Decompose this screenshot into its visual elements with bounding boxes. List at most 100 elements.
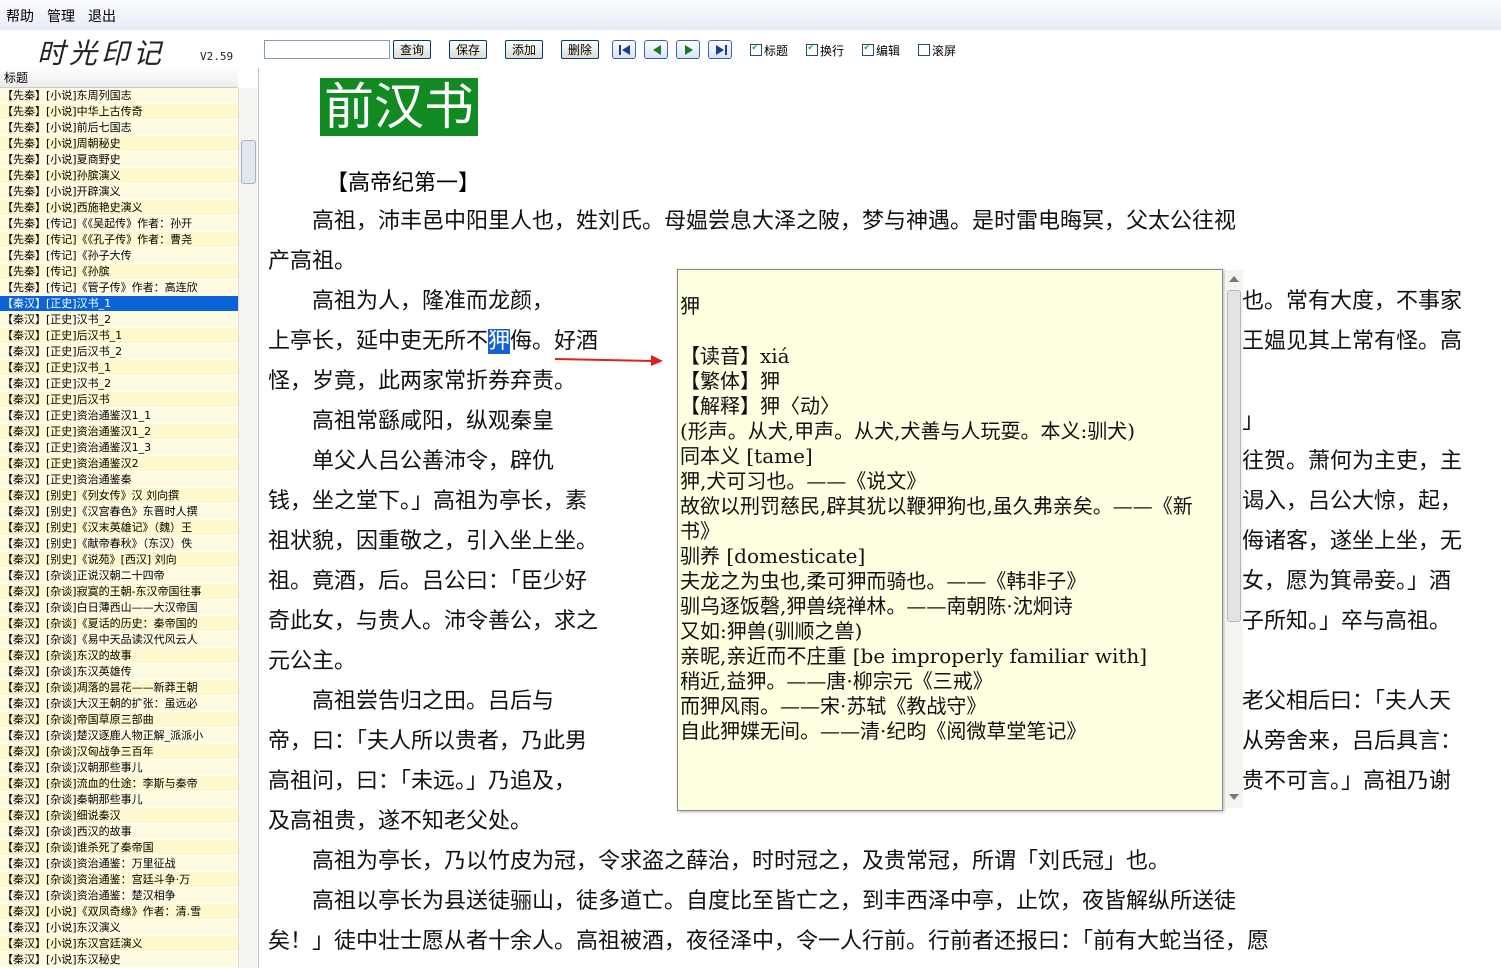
first-button[interactable] — [612, 40, 636, 59]
list-item[interactable]: 【秦汉】[杂谈]资治通鉴：万里征战 — [0, 856, 238, 872]
list-item[interactable]: 【先秦】[小说]前后七国志 — [0, 120, 238, 136]
sidebar-header[interactable]: 标题 — [0, 68, 238, 88]
highlighted-char[interactable]: 狎 — [488, 329, 511, 354]
text-line: 祖状貌，因重敬之，引入坐上坐。 — [268, 529, 599, 554]
next-button[interactable] — [676, 40, 700, 59]
popup-scroll-thumb[interactable] — [1227, 290, 1241, 622]
checkbox-scroll[interactable]: 滚屏 — [918, 42, 956, 59]
list-item[interactable]: 【先秦】[小说]孙膑演义 — [0, 168, 238, 184]
search-input[interactable] — [264, 40, 390, 59]
list-item[interactable]: 【秦汉】[杂谈]白日薄西山——大汉帝国 — [0, 600, 238, 616]
menu-help[interactable]: 帮助 — [6, 6, 34, 26]
list-item[interactable]: 【秦汉】[小说]《双凤奇缘》作者：清.雪 — [0, 904, 238, 920]
list-item[interactable]: 【秦汉】[杂谈]大汉王朝的扩张：虽远必 — [0, 696, 238, 712]
list-item[interactable]: 【秦汉】[杂谈]正说汉朝二十四帝 — [0, 568, 238, 584]
text-line: 高祖常繇咸阳，纵观秦皇 — [268, 409, 555, 434]
list-item[interactable]: 【秦汉】[别史]《献帝春秋》（东汉）佚 — [0, 536, 238, 552]
chapter-heading: 【高帝纪第一】 — [326, 171, 481, 196]
list-item[interactable]: 【先秦】[小说]中华上古传奇 — [0, 104, 238, 120]
list-item[interactable]: 【秦汉】[杂谈]细说秦汉 — [0, 808, 238, 824]
list-item[interactable]: 【先秦】[传记]《管子传》作者：高连欣 — [0, 280, 238, 296]
list-item[interactable]: 【秦汉】[杂谈]帝国草原三部曲 — [0, 712, 238, 728]
list-item[interactable]: 【先秦】[小说]西施艳史演义 — [0, 200, 238, 216]
list-item[interactable]: 【秦汉】[别史]《说苑》[西汉] 刘向 — [0, 552, 238, 568]
list-item[interactable]: 【秦汉】[别史]《汉宫春色》东晋时人撰 — [0, 504, 238, 520]
text-line-fragment: 老父相后曰：「夫人天 — [1242, 689, 1452, 714]
list-item[interactable]: 【秦汉】[小说]东汉演义 — [0, 920, 238, 936]
list-item[interactable]: 【秦汉】[杂谈]凋落的昙花——新莽王朝 — [0, 680, 238, 696]
scroll-up-icon[interactable] — [1227, 274, 1241, 284]
list-item[interactable]: 【秦汉】[正史]资治通鉴汉1_3 — [0, 440, 238, 456]
list-item[interactable]: 【秦汉】[杂谈]流血的仕途：李斯与秦帝 — [0, 776, 238, 792]
list-item[interactable]: 【秦汉】[杂谈]汉朝那些事儿 — [0, 760, 238, 776]
list-item[interactable]: 【秦汉】[杂谈]寂寞的王朝-东汉帝国往事 — [0, 584, 238, 600]
list-item[interactable]: 【秦汉】[小说]东汉秘史 — [0, 952, 238, 968]
checkbox-wrap-box[interactable] — [806, 42, 818, 56]
checkbox-wrap-label: 换行 — [820, 44, 845, 58]
popup-scrollbar[interactable] — [1224, 270, 1243, 808]
checkbox-edit-box[interactable] — [862, 42, 874, 56]
list-item[interactable]: 【秦汉】[杂谈]资治通鉴：楚汉相争 — [0, 888, 238, 904]
checkbox-title[interactable]: 标题 — [750, 42, 788, 59]
list-item[interactable]: 【秦汉】[杂谈]《易中天品读汉代风云人 — [0, 632, 238, 648]
list-item[interactable]: 【秦汉】[杂谈]东汉的故事 — [0, 648, 238, 664]
list-item[interactable]: 【秦汉】[杂谈]西汉的故事 — [0, 824, 238, 840]
text-line: 高祖为人，隆准而龙颜， — [268, 289, 555, 314]
list-item[interactable]: 【秦汉】[杂谈]汉匈战争三百年 — [0, 744, 238, 760]
app-logo: 时光印记 — [37, 37, 166, 70]
list-item[interactable]: 【秦汉】[正史]资治通鉴汉1_2 — [0, 424, 238, 440]
list-item[interactable]: 【秦汉】[杂谈]秦朝那些事儿 — [0, 792, 238, 808]
list-item[interactable]: 【秦汉】[杂谈]谁杀死了秦帝国 — [0, 840, 238, 856]
list-item[interactable]: 【先秦】[小说]开辟演义 — [0, 184, 238, 200]
text-line: 及高祖贵，遂不知老父处。 — [268, 809, 533, 834]
list-item[interactable]: 【秦汉】[正史]汉书_1 — [0, 360, 238, 376]
sidebar-scroll-thumb[interactable] — [241, 140, 256, 184]
list-item[interactable]: 【秦汉】[杂谈]《夏话的历史：秦帝国的 — [0, 616, 238, 632]
list-item[interactable]: 【秦汉】[杂谈]东汉英雄传 — [0, 664, 238, 680]
list-item[interactable]: 【秦汉】[正史]汉书_2 — [0, 376, 238, 392]
list-item[interactable]: 【秦汉】[杂谈]资治通鉴：宫廷斗争·万 — [0, 872, 238, 888]
list-item[interactable]: 【先秦】[小说]夏商野史 — [0, 152, 238, 168]
dictionary-popup: 狎 【读音】xiá 【繁体】狎 【解释】狎〈动〉 (形声。从犬,甲声。从犬,犬善… — [677, 269, 1223, 811]
last-button[interactable] — [708, 40, 732, 59]
list-item[interactable]: 【先秦】[传记]《《孔子传》作者：曹尧 — [0, 232, 238, 248]
menu-manage[interactable]: 管理 — [47, 6, 75, 26]
text-line-fragment: 侮诸客，遂坐上坐，无 — [1242, 529, 1463, 554]
list-item[interactable]: 【先秦】[传记]《《吴起传》作者：孙开 — [0, 216, 238, 232]
scroll-down-icon[interactable] — [1227, 792, 1241, 802]
list-item[interactable]: 【秦汉】[正史]汉书_1 — [0, 296, 238, 312]
checkbox-title-box[interactable] — [750, 42, 762, 56]
list-item[interactable]: 【秦汉】[小说]东汉宫廷演义 — [0, 936, 238, 952]
sidebar-scrollbar[interactable] — [238, 88, 257, 968]
text-line: 上亭长，延中吏无所不狎侮。好酒 — [268, 329, 599, 354]
delete-button[interactable]: 删除 — [561, 40, 599, 59]
query-button[interactable]: 查询 — [393, 40, 431, 59]
list-item[interactable]: 【秦汉】[正史]资治通鉴汉2 — [0, 456, 238, 472]
add-button[interactable]: 添加 — [505, 40, 543, 59]
list-item[interactable]: 【先秦】[传记]《孙子大传 — [0, 248, 238, 264]
checkbox-edit[interactable]: 编辑 — [862, 42, 900, 59]
list-item[interactable]: 【秦汉】[杂谈]楚汉逐鹿人物正解_派派小 — [0, 728, 238, 744]
list-item[interactable]: 【秦汉】[正史]资治通鉴秦 — [0, 472, 238, 488]
text-line: 矣！」徒中壮士愿从者十余人。高祖被酒，夜径泽中，令一人行前。行前者还报曰：「前有… — [268, 929, 1270, 954]
menu-exit[interactable]: 退出 — [88, 6, 116, 26]
save-button[interactable]: 保存 — [449, 40, 487, 59]
prev-icon — [653, 45, 661, 55]
list-item[interactable]: 【秦汉】[别史]《汉末英雄记》（魏）王 — [0, 520, 238, 536]
text-line-fragment: 王媪见其上常有怪。高 — [1242, 329, 1463, 354]
text-line: 高祖，沛丰邑中阳里人也，姓刘氏。母媪尝息大泽之陂，梦与神遇。是时雷电晦冥，父太公… — [268, 209, 1237, 234]
checkbox-scroll-box[interactable] — [918, 44, 930, 56]
prev-button[interactable] — [644, 40, 668, 59]
list-item[interactable]: 【秦汉】[别史]《列女传》汉 刘向撰 — [0, 488, 238, 504]
list-item[interactable]: 【秦汉】[正史]后汉书 — [0, 392, 238, 408]
list-item[interactable]: 【先秦】[传记]《孙膑 — [0, 264, 238, 280]
list-item[interactable]: 【秦汉】[正史]后汉书_2 — [0, 344, 238, 360]
list-item[interactable]: 【秦汉】[正史]后汉书_1 — [0, 328, 238, 344]
list-item[interactable]: 【先秦】[小说]东周列国志 — [0, 88, 238, 104]
checkbox-wrap[interactable]: 换行 — [806, 42, 844, 59]
list-item[interactable]: 【秦汉】[正史]资治通鉴汉1_1 — [0, 408, 238, 424]
text-line-fragment: 子所知。」卒与高祖。 — [1242, 609, 1452, 634]
red-arrow-icon — [555, 355, 663, 366]
list-item[interactable]: 【秦汉】[正史]汉书_2 — [0, 312, 238, 328]
list-item[interactable]: 【先秦】[小说]周朝秘史 — [0, 136, 238, 152]
